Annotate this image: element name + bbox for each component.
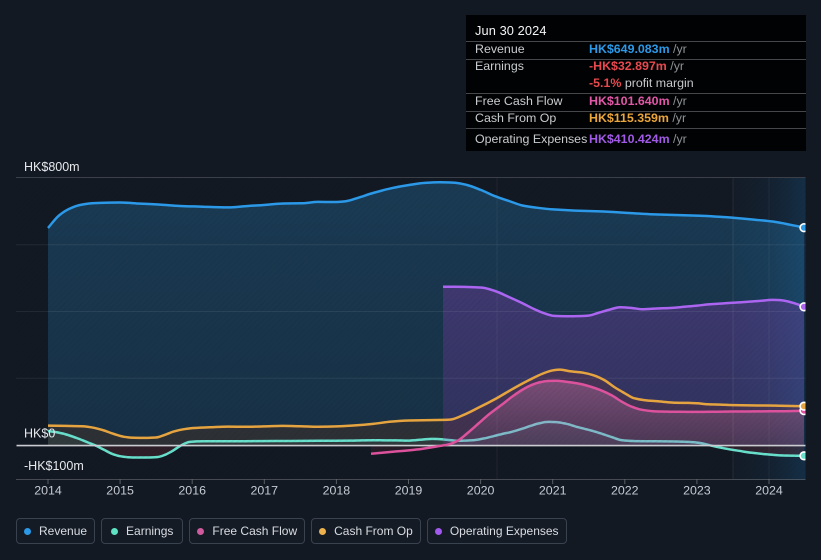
- svg-text:2020: 2020: [467, 484, 495, 498]
- svg-text:2016: 2016: [178, 484, 206, 498]
- svg-text:HK$0: HK$0: [24, 426, 55, 440]
- svg-text:HK$800m: HK$800m: [24, 160, 80, 174]
- svg-text:2014: 2014: [34, 484, 62, 498]
- svg-text:2024: 2024: [755, 484, 783, 498]
- svg-text:2023: 2023: [683, 484, 711, 498]
- svg-text:2017: 2017: [251, 484, 279, 498]
- svg-text:2015: 2015: [106, 484, 134, 498]
- svg-text:2022: 2022: [611, 484, 639, 498]
- svg-text:2021: 2021: [539, 484, 567, 498]
- svg-text:2018: 2018: [323, 484, 351, 498]
- svg-text:2019: 2019: [395, 484, 423, 498]
- svg-text:-HK$100m: -HK$100m: [24, 459, 84, 473]
